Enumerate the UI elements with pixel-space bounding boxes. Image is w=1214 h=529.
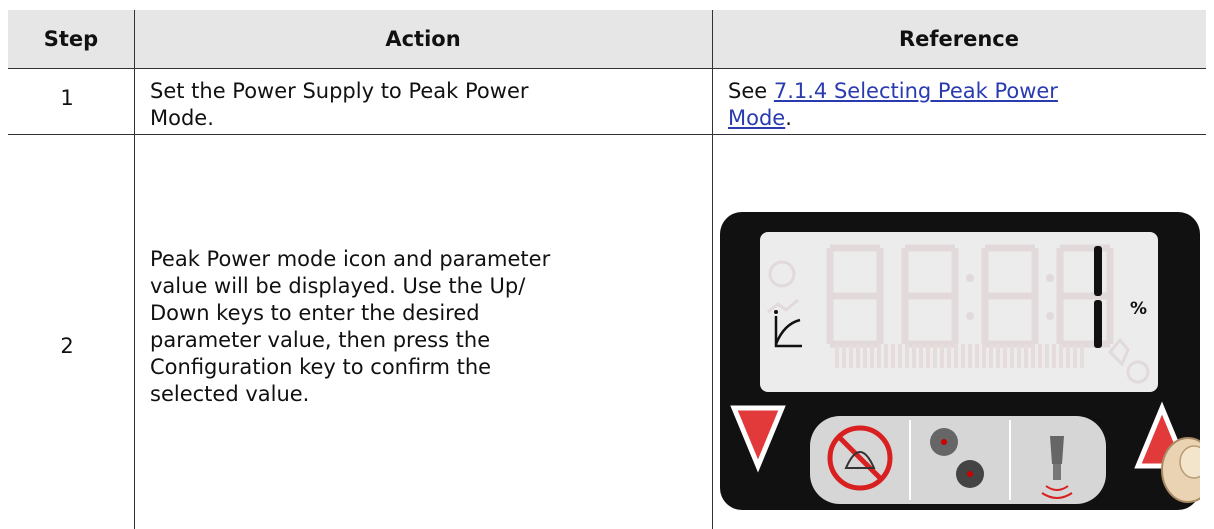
action-line: parameter value, then press the	[150, 328, 491, 352]
reference-text: See 7.1.4 Selecting Peak Power Mode.	[728, 78, 1058, 132]
action-line: Set the Power Supply to Peak Power	[150, 79, 529, 103]
column-divider	[134, 10, 135, 529]
header-action: Action	[385, 27, 461, 51]
reference-suffix: .	[785, 106, 792, 130]
action-line: Mode.	[150, 106, 214, 130]
action-line: value will be displayed. Use the Up/	[150, 274, 526, 298]
action-line: selected value.	[150, 382, 310, 406]
action-line: Peak Power mode icon and parameter	[150, 247, 551, 271]
action-text: Set the Power Supply to Peak Power Mode.	[150, 78, 529, 132]
reference-link[interactable]: Mode	[728, 106, 785, 130]
row-divider	[8, 68, 1206, 69]
action-line: Down keys to enter the desired	[150, 301, 480, 325]
action-text: Peak Power mode icon and parameter value…	[150, 246, 550, 408]
step-number: 1	[60, 86, 74, 110]
header-step: Step	[43, 27, 99, 51]
reference-prefix: See	[728, 79, 774, 103]
procedure-table: Step Action Reference 1 Set the Power Su…	[0, 0, 1214, 529]
lcd-unit: %	[1130, 299, 1147, 319]
action-line: Configuration key to confirm the	[150, 355, 492, 379]
control-panel-illustration: %	[720, 212, 1200, 510]
header-reference: Reference	[898, 27, 1020, 51]
column-divider	[712, 10, 713, 529]
step-number: 2	[60, 334, 74, 358]
reference-link[interactable]: 7.1.4 Selecting Peak Power	[774, 79, 1058, 103]
row-divider	[8, 134, 1206, 135]
